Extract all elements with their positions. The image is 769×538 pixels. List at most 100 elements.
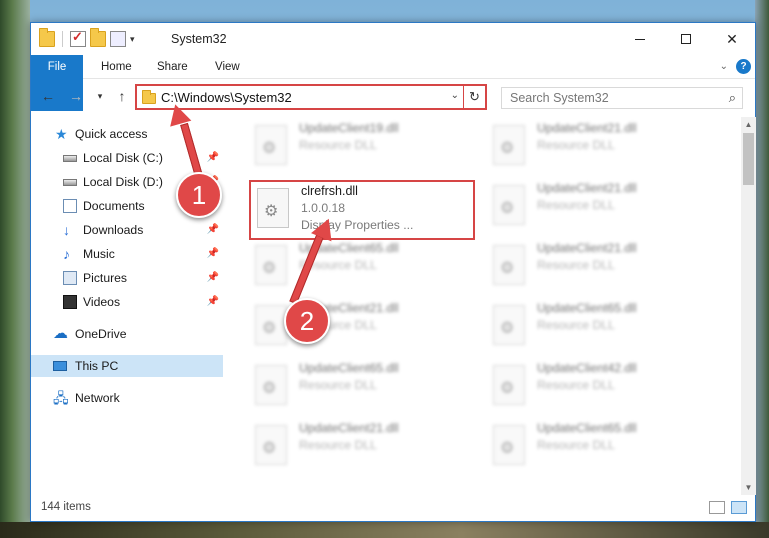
help-icon[interactable]: ?: [736, 59, 751, 74]
file-description: Resource DLL: [537, 258, 615, 272]
close-button[interactable]: ✕: [709, 23, 755, 55]
file-item[interactable]: UpdateClient65.dll Resource DLL: [249, 359, 479, 415]
sidebar-item-downloads[interactable]: ↓ Downloads 📌: [31, 219, 223, 241]
scrollbar-thumb[interactable]: [743, 133, 754, 185]
file-description: Resource DLL: [537, 378, 615, 392]
tab-view[interactable]: View: [203, 55, 252, 79]
file-name: UpdateClient42.dll: [537, 361, 637, 375]
file-item-selected[interactable]: clrefrsh.dll 1.0.0.18 Display Properties…: [249, 180, 475, 240]
sidebar-item-label: Network: [75, 391, 120, 405]
file-description: Resource DLL: [537, 138, 615, 152]
file-item[interactable]: UpdateClient21.dll Resource DLL: [249, 299, 479, 355]
desktop-background-left: [0, 0, 30, 538]
file-description: Resource DLL: [299, 138, 377, 152]
desktop-background-bottom: [0, 522, 769, 538]
file-item[interactable]: UpdateClient21.dll Resource DLL: [249, 419, 479, 475]
file-version: 1.0.0.18: [301, 201, 346, 215]
desktop-background-right: [755, 0, 769, 538]
network-icon: 🖧: [53, 390, 69, 406]
sidebar-item-label: Quick access: [75, 127, 148, 141]
sidebar-item-pictures[interactable]: Pictures 📌: [31, 267, 223, 289]
file-name: UpdateClient21.dll: [299, 421, 399, 435]
file-item[interactable]: UpdateClient19.dll Resource DLL: [249, 119, 479, 175]
customize-icon[interactable]: [110, 31, 126, 47]
properties-check-icon[interactable]: [70, 29, 86, 47]
sidebar-item-label: Videos: [83, 295, 121, 309]
file-item[interactable]: UpdateClient65.dll Resource DLL: [487, 299, 717, 355]
scroll-down-icon[interactable]: ▼: [741, 480, 756, 495]
item-count: 144 items: [41, 501, 91, 513]
title-bar: ▾ System32 ✕: [31, 23, 755, 55]
file-item[interactable]: UpdateClient65.dll Resource DLL: [249, 239, 479, 295]
pin-icon[interactable]: 📌: [207, 147, 219, 169]
computer-icon: [53, 361, 67, 371]
qat-dropdown-icon[interactable]: ▾: [130, 34, 135, 45]
forward-arrow-icon[interactable]: →: [67, 87, 85, 105]
file-item[interactable]: UpdateClient21.dll Resource DLL: [487, 179, 717, 235]
file-item[interactable]: UpdateClient65.dll Resource DLL: [487, 419, 717, 475]
search-placeholder: Search System32: [510, 91, 609, 105]
sidebar-item-this-pc[interactable]: This PC: [31, 355, 223, 377]
recent-locations-icon[interactable]: ▾: [91, 87, 109, 105]
file-name: UpdateClient19.dll: [299, 121, 399, 135]
address-dropdown-icon[interactable]: ⌄: [451, 90, 459, 101]
pin-icon[interactable]: 📌: [207, 243, 219, 265]
file-description: Resource DLL: [537, 318, 615, 332]
file-name: UpdateClient65.dll: [537, 421, 637, 435]
dll-file-icon: [493, 365, 525, 405]
search-input[interactable]: Search System32 ⌕: [501, 87, 743, 109]
toolbar-divider: [62, 31, 63, 47]
expand-ribbon-icon[interactable]: ⌄: [720, 61, 728, 72]
sidebar-item-label: Documents: [83, 199, 145, 213]
sidebar-item-quick-access[interactable]: ★ Quick access: [31, 123, 223, 145]
dll-file-icon: [255, 425, 287, 465]
scroll-up-icon[interactable]: ▲: [741, 117, 756, 132]
sidebar-item-network[interactable]: 🖧 Network: [31, 387, 223, 409]
sidebar-item-label: Music: [83, 247, 115, 261]
minimize-button[interactable]: [617, 23, 663, 55]
quick-access-toolbar: ▾: [39, 28, 135, 47]
details-view-icon[interactable]: [709, 501, 725, 514]
dll-file-icon: [255, 365, 287, 405]
address-bar[interactable]: C:\Windows\System32 ⌄ ↻: [135, 84, 487, 110]
sidebar-item-label: Pictures: [83, 271, 128, 285]
pin-icon[interactable]: 📌: [207, 219, 219, 241]
file-name: UpdateClient21.dll: [537, 241, 637, 255]
pin-icon[interactable]: 📌: [207, 267, 219, 289]
tiles-view-icon[interactable]: [731, 501, 747, 514]
pin-icon[interactable]: 📌: [207, 291, 219, 313]
close-icon: ✕: [726, 30, 738, 47]
videos-icon: [63, 295, 77, 309]
sidebar-item-label: Local Disk (C:): [83, 151, 163, 165]
file-item[interactable]: UpdateClient42.dll Resource DLL: [487, 359, 717, 415]
maximize-icon: [681, 34, 691, 44]
tab-share[interactable]: Share: [145, 55, 200, 79]
sidebar-item-label: This PC: [75, 359, 119, 373]
new-folder-icon[interactable]: [90, 28, 106, 47]
dll-file-icon: [493, 125, 525, 165]
file-item[interactable]: UpdateClient21.dll Resource DLL: [487, 239, 717, 295]
sidebar-item-videos[interactable]: Videos 📌: [31, 291, 223, 313]
sidebar-item-label: OneDrive: [75, 327, 127, 341]
back-arrow-icon[interactable]: ←: [39, 87, 57, 105]
ribbon-controls: ⌄ ?: [720, 59, 751, 74]
folder-icon[interactable]: [39, 28, 55, 47]
file-description: Resource DLL: [299, 378, 377, 392]
maximize-button[interactable]: [663, 23, 709, 55]
search-icon[interactable]: ⌕: [729, 90, 736, 106]
sidebar-item-label: Downloads: [83, 223, 144, 237]
vertical-scrollbar[interactable]: ▲ ▼: [741, 117, 756, 495]
minimize-icon: [635, 38, 645, 40]
sidebar-item-onedrive[interactable]: ☁ OneDrive: [31, 323, 223, 345]
sidebar-item-music[interactable]: ♪ Music 📌: [31, 243, 223, 265]
refresh-icon[interactable]: ↻: [463, 86, 485, 108]
dll-file-icon: [493, 305, 525, 345]
up-arrow-icon[interactable]: ↑: [113, 87, 131, 105]
dll-file-icon: [493, 425, 525, 465]
download-icon: ↓: [63, 222, 70, 238]
music-icon: ♪: [63, 246, 70, 262]
dll-file-icon: [255, 245, 287, 285]
cloud-icon: ☁: [53, 325, 68, 342]
file-item[interactable]: UpdateClient21.dll Resource DLL: [487, 119, 717, 175]
tab-home[interactable]: Home: [89, 55, 144, 79]
